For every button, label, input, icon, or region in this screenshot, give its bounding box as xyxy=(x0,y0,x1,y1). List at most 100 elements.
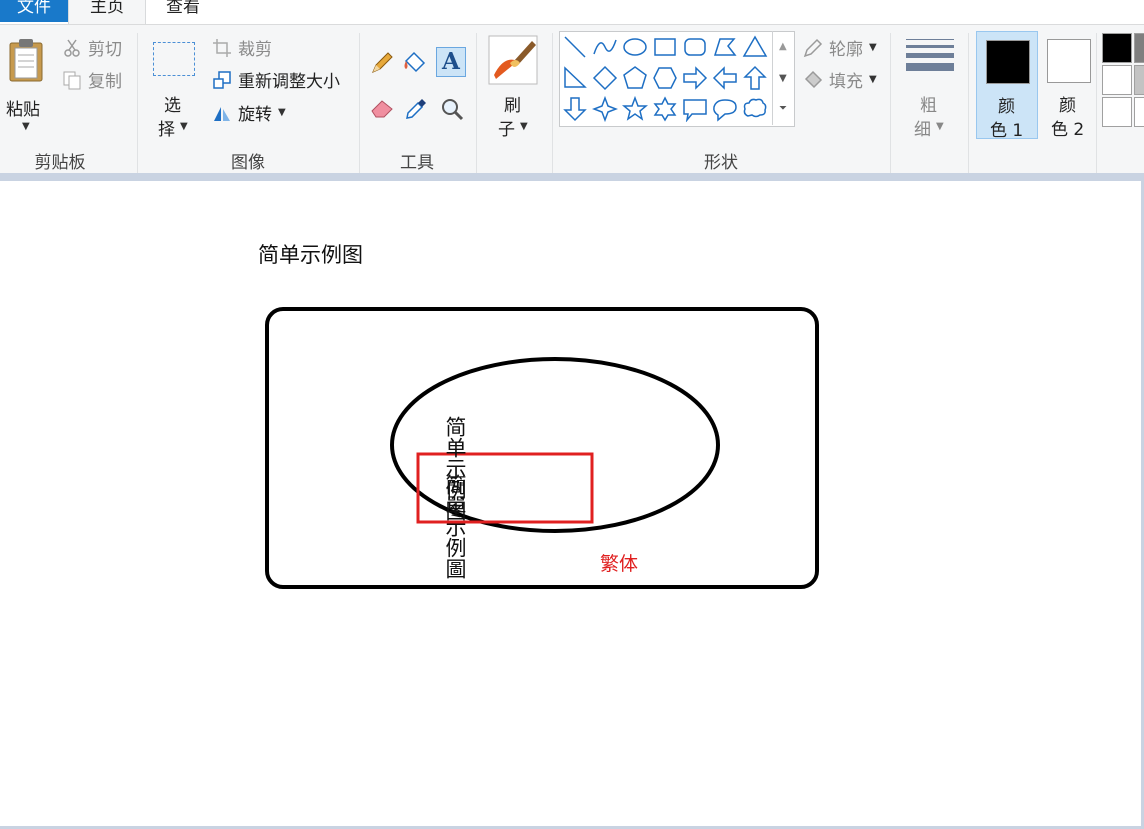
color-picker-icon[interactable] xyxy=(404,97,428,121)
expand-gallery-icon[interactable]: ⏷ xyxy=(779,103,787,114)
down-arrow-shape-icon[interactable] xyxy=(562,96,588,122)
text-a-icon: A xyxy=(442,48,460,75)
up-arrow-shape-icon[interactable] xyxy=(742,65,768,91)
color2-swatch xyxy=(1047,39,1091,83)
size-label-line1: 粗 xyxy=(920,96,937,116)
image-group-label: 图像 xyxy=(231,153,265,173)
fill-button[interactable]: 填充 ▼ xyxy=(803,67,877,92)
canvas-title-text: 简单示例图 xyxy=(258,243,363,267)
polygon-shape-icon[interactable] xyxy=(712,34,738,60)
crop-button[interactable]: 裁剪 xyxy=(212,35,272,60)
chevron-down-icon: ▼ xyxy=(520,121,528,132)
text-tool-button[interactable]: A xyxy=(436,47,466,77)
shapes-gallery xyxy=(559,31,795,127)
fill-label: 填充 xyxy=(829,72,863,92)
color2-button[interactable]: 颜 色 2 xyxy=(1038,31,1098,140)
shapes-group-label: 形状 xyxy=(704,153,738,173)
select-label-line1: 选 xyxy=(164,96,181,116)
rotate-button[interactable]: 旋转 ▼ xyxy=(212,100,286,125)
rectangular-callout-shape-icon[interactable] xyxy=(682,96,708,122)
clipboard-icon xyxy=(9,39,43,82)
diamond-shape-icon[interactable] xyxy=(592,65,618,91)
copy-icon xyxy=(63,71,81,89)
outline-pen-icon xyxy=(803,38,823,57)
color1-button[interactable]: 颜 色 1 xyxy=(976,31,1038,141)
five-point-star-shape-icon[interactable] xyxy=(622,96,648,122)
copy-label: 复制 xyxy=(88,72,122,92)
paste-button[interactable]: 粘贴 ▼ xyxy=(2,31,48,137)
resize-icon xyxy=(213,70,231,89)
line-width-icon xyxy=(906,39,954,71)
group-divider xyxy=(1096,33,1097,173)
scroll-down-icon[interactable]: ▼ xyxy=(779,73,787,84)
chevron-down-icon: ▼ xyxy=(22,121,30,132)
right-arrow-shape-icon[interactable] xyxy=(682,65,708,91)
left-arrow-shape-icon[interactable] xyxy=(712,65,738,91)
cloud-callout-shape-icon[interactable] xyxy=(742,96,768,122)
curve-shape-icon[interactable] xyxy=(592,34,618,60)
pentagon-shape-icon[interactable] xyxy=(622,65,648,91)
chevron-down-icon: ▼ xyxy=(869,74,877,85)
size-button[interactable]: 粗 细 ▼ xyxy=(900,31,958,140)
cut-label: 剪切 xyxy=(88,40,122,60)
chevron-down-icon: ▼ xyxy=(936,121,944,132)
cut-button[interactable]: 剪切 xyxy=(62,35,122,60)
brushes-label-line1: 刷 xyxy=(504,96,521,116)
oval-shape-icon[interactable] xyxy=(622,34,648,60)
fill-bucket-icon xyxy=(804,70,823,88)
eraser-icon[interactable] xyxy=(370,97,396,119)
rotate-label: 旋转 xyxy=(238,105,272,125)
drawing-canvas[interactable] xyxy=(0,181,1141,826)
resize-label: 重新调整大小 xyxy=(238,72,340,92)
ribbon-tab-bar: 文件 主页 查看 xyxy=(0,0,1144,24)
ribbon: 粘贴 ▼ 剪切 复制 剪贴板 选 择 ▼ 裁剪 重新调整大小 旋转 ▼ 图像 A… xyxy=(0,24,1144,174)
tools-group-label: 工具 xyxy=(400,153,434,173)
chevron-down-icon: ▼ xyxy=(278,107,286,118)
palette-color-swatch[interactable] xyxy=(1102,33,1132,63)
tab-file[interactable]: 文件 xyxy=(0,0,68,22)
copy-button[interactable]: 复制 xyxy=(62,67,122,92)
oval-callout-shape-icon[interactable] xyxy=(712,96,738,122)
outline-button[interactable]: 轮廓 ▼ xyxy=(803,35,877,60)
line-shape-icon[interactable] xyxy=(562,34,588,60)
brushes-button[interactable]: 刷 子 ▼ xyxy=(484,31,542,140)
size-label-line2: 细 xyxy=(914,120,931,140)
select-label-line2: 择 xyxy=(158,120,175,140)
magnifier-icon[interactable] xyxy=(440,97,464,121)
fill-bucket-icon[interactable] xyxy=(402,51,428,75)
tab-home[interactable]: 主页 xyxy=(68,0,146,24)
outline-label: 轮廓 xyxy=(829,40,863,60)
rounded-rectangle-shape-icon[interactable] xyxy=(682,34,708,60)
brushes-label-line2: 子 xyxy=(498,120,515,140)
palette-color-swatch[interactable] xyxy=(1134,97,1144,127)
palette-color-swatch[interactable] xyxy=(1102,65,1132,95)
four-point-star-shape-icon[interactable] xyxy=(592,96,618,122)
tab-view[interactable]: 查看 xyxy=(166,0,200,18)
group-divider xyxy=(476,33,477,173)
scroll-up-icon[interactable]: ▲ xyxy=(779,41,787,52)
color1-label-line1: 颜 xyxy=(998,97,1015,117)
palette-color-swatch[interactable] xyxy=(1102,97,1132,127)
color1-swatch xyxy=(986,40,1030,84)
traditional-annotation-label: 繁体 xyxy=(600,553,639,575)
resize-button[interactable]: 重新调整大小 xyxy=(212,67,340,92)
vertical-traditional-text: 簡單示例圖 xyxy=(443,474,467,579)
select-rectangle-icon xyxy=(153,42,195,76)
paste-label: 粘贴 xyxy=(6,100,40,120)
shapes-gallery-scroll: ▲ ▼ ⏷ xyxy=(772,31,794,125)
triangle-shape-icon[interactable] xyxy=(742,34,768,60)
palette-color-swatch[interactable] xyxy=(1134,65,1144,95)
pencil-icon[interactable] xyxy=(370,51,394,75)
group-divider xyxy=(890,33,891,173)
select-button[interactable]: 选 择 ▼ xyxy=(148,31,198,140)
crop-label: 裁剪 xyxy=(238,40,272,60)
right-triangle-shape-icon[interactable] xyxy=(562,65,588,91)
six-point-star-shape-icon[interactable] xyxy=(652,96,678,122)
group-divider xyxy=(968,33,969,173)
rotate-icon xyxy=(214,106,230,121)
hexagon-shape-icon[interactable] xyxy=(652,65,678,91)
rectangle-shape-icon[interactable] xyxy=(652,34,678,60)
crop-icon xyxy=(213,38,231,57)
palette-color-swatch[interactable] xyxy=(1134,33,1144,63)
color1-label-line2: 色 1 xyxy=(990,121,1024,141)
